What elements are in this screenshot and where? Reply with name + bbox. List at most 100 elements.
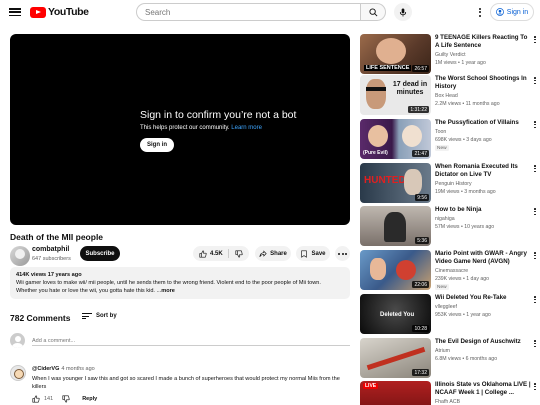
recommended-video[interactable]: 22:06 Mario Point with GWAR - Angry Vide… <box>360 250 540 295</box>
like-count: 4.5K <box>210 250 223 257</box>
video-title-link[interactable]: Wii Deleted You Re-Take <box>435 294 531 302</box>
video-title-link[interactable]: How to be Ninja <box>435 206 531 214</box>
description-box[interactable]: 414K views 17 years ago Wii gamer loves … <box>10 267 350 299</box>
settings-more-icon[interactable] <box>476 5 484 19</box>
more-vertical-icon[interactable] <box>533 296 537 306</box>
video-duration: 9:56 <box>415 194 429 201</box>
dislike-button[interactable] <box>229 249 249 258</box>
thumbs-down-icon <box>235 249 243 258</box>
video-thumbnail[interactable]: 17 dead in minutes 1:31:22 <box>360 75 431 115</box>
video-title-link[interactable]: When Romania Executed Its Dictator on Li… <box>435 163 531 179</box>
video-thumbnail[interactable]: 17:32 <box>360 338 431 378</box>
more-vertical-icon[interactable] <box>533 252 537 262</box>
channel-name[interactable]: Toon <box>435 129 446 135</box>
video-thumbnail[interactable]: LIVE <box>360 381 431 405</box>
recommended-video[interactable]: LIVE Illinois State vs Oklahoma LIVE | N… <box>360 381 540 405</box>
video-thumbnail[interactable]: HUNTED 9:56 <box>360 163 431 203</box>
comment-dislike-icon[interactable] <box>62 395 70 403</box>
recommended-video[interactable]: Deleted You 10:28 Wii Deleted You Re-Tak… <box>360 294 540 339</box>
share-button[interactable]: Share <box>255 246 291 261</box>
comment-author[interactable]: @CiderVG <box>32 366 59 372</box>
bot-check-subtitle: This helps protect our community. Learn … <box>140 125 262 131</box>
video-duration: 17:32 <box>412 369 429 376</box>
comment-time[interactable]: 4 months ago <box>61 366 94 372</box>
video-thumbnail[interactable]: 5:36 <box>360 206 431 246</box>
video-duration: 22:06 <box>412 281 429 288</box>
show-more-link[interactable]: more <box>161 288 175 294</box>
search-button[interactable] <box>360 3 386 21</box>
video-meta: 953K views • 1 year ago <box>435 312 491 318</box>
subscribe-button[interactable]: Subscribe <box>80 246 120 261</box>
video-title-link[interactable]: The Evil Design of Auschwitz <box>435 338 531 346</box>
sort-label: Sort by <box>96 313 117 319</box>
search-input[interactable] <box>136 3 360 21</box>
more-vertical-icon[interactable] <box>533 36 537 46</box>
save-button[interactable]: Save <box>296 246 330 261</box>
channel-name[interactable]: Box Head <box>435 93 458 99</box>
channel-name[interactable]: Penguin History <box>435 181 472 187</box>
youtube-logo[interactable]: YouTube <box>30 5 89 19</box>
bot-check-title: Sign in to confirm you’re not a bot <box>140 109 297 121</box>
comment-like-icon[interactable] <box>32 395 40 403</box>
learn-more-link[interactable]: Learn more <box>231 125 262 131</box>
recommended-video[interactable]: HUNTED 9:56 When Romania Executed Its Di… <box>360 163 540 208</box>
comment-author-avatar[interactable] <box>10 365 26 381</box>
more-vertical-icon[interactable] <box>533 208 537 218</box>
more-actions-button[interactable] <box>335 246 350 261</box>
thumbs-up-icon <box>199 249 207 258</box>
bot-check-text: This helps protect our community. <box>140 125 230 131</box>
more-vertical-icon[interactable] <box>533 121 537 131</box>
thumbnail-caption: LIFE SENTENCE <box>364 65 412 71</box>
subscriber-count: 647 subscribers <box>32 256 71 262</box>
video-thumbnail[interactable]: 22:06 <box>360 250 431 290</box>
video-thumbnail[interactable]: LIFE SENTENCE 26:57 <box>360 34 431 74</box>
comment-reply-button[interactable]: Reply <box>82 396 97 402</box>
add-comment-input[interactable] <box>32 336 350 346</box>
channel-name[interactable]: vlleggleef <box>435 304 457 310</box>
recommended-video[interactable]: 5:36 How to be Ninja nigahiga 57M views … <box>360 206 540 251</box>
more-vertical-icon[interactable] <box>533 383 537 393</box>
player-signin-button[interactable]: Sign in <box>140 138 174 152</box>
thumbnail-caption: (Pure Evil) <box>363 150 388 156</box>
thumbnail-caption: Deleted You <box>380 312 415 318</box>
account-icon <box>495 8 504 16</box>
thumbnail-caption: HUNTED <box>364 175 406 186</box>
recommended-video[interactable]: LIFE SENTENCE 26:57 9 TEENAGE Killers Re… <box>360 34 540 79</box>
channel-name[interactable]: nigahiga <box>435 216 455 222</box>
sort-comments-button[interactable]: Sort by <box>82 313 117 319</box>
video-meta: 698K views • 3 days ago <box>435 137 492 143</box>
description-text: Whether you hate or love the wii, you go… <box>16 288 162 294</box>
video-title-link[interactable]: Illinois State vs Oklahoma LIVE | NCAAF … <box>435 381 531 397</box>
voice-search-button[interactable] <box>394 3 412 21</box>
video-title-link[interactable]: The Worst School Shootings In History <box>435 75 531 91</box>
live-badge: LIVE <box>363 383 379 389</box>
recommended-video[interactable]: (Pure Evil) 21:47 The Pussyfication of V… <box>360 119 540 164</box>
more-vertical-icon[interactable] <box>533 340 537 350</box>
recommended-video[interactable]: 17 dead in minutes 1:31:22 The Worst Sch… <box>360 75 540 120</box>
video-meta: 239K views • 1 day ago <box>435 276 490 282</box>
recommended-video[interactable]: 17:32 The Evil Design of Auschwitz Atriu… <box>360 338 540 383</box>
current-user-avatar <box>10 333 25 348</box>
video-title-link[interactable]: The Pussyfication of Villains <box>435 119 531 127</box>
like-dislike-group: 4.5K <box>193 246 249 261</box>
video-thumbnail[interactable]: Deleted You 10:28 <box>360 294 431 334</box>
video-player[interactable]: Sign in to confirm you’re not a bot This… <box>10 34 350 225</box>
signin-button[interactable]: Sign in <box>490 3 534 21</box>
menu-icon[interactable] <box>9 6 21 18</box>
channel-name[interactable]: Cinemassacre <box>435 268 468 274</box>
channel-avatar[interactable] <box>10 246 30 266</box>
more-vertical-icon[interactable] <box>533 165 537 175</box>
video-title-link[interactable]: Mario Point with GWAR - Angry Video Game… <box>435 250 531 266</box>
logo-text: YouTube <box>48 6 89 18</box>
video-thumbnail[interactable]: (Pure Evil) 21:47 <box>360 119 431 159</box>
video-duration: 21:47 <box>412 150 429 157</box>
channel-name[interactable]: Guilty Verdict <box>435 52 466 58</box>
share-label: Share <box>270 250 287 257</box>
comment-text: When I was younger I saw this and got so… <box>32 376 340 390</box>
channel-name[interactable]: Fhafh ACB <box>435 399 460 405</box>
video-title-link[interactable]: 9 TEENAGE Killers Reacting To A Life Sen… <box>435 34 531 50</box>
channel-name[interactable]: Atrium <box>435 348 450 354</box>
like-button[interactable]: 4.5K <box>193 249 229 258</box>
more-vertical-icon[interactable] <box>533 77 537 87</box>
channel-name[interactable]: combatphil <box>32 246 69 253</box>
